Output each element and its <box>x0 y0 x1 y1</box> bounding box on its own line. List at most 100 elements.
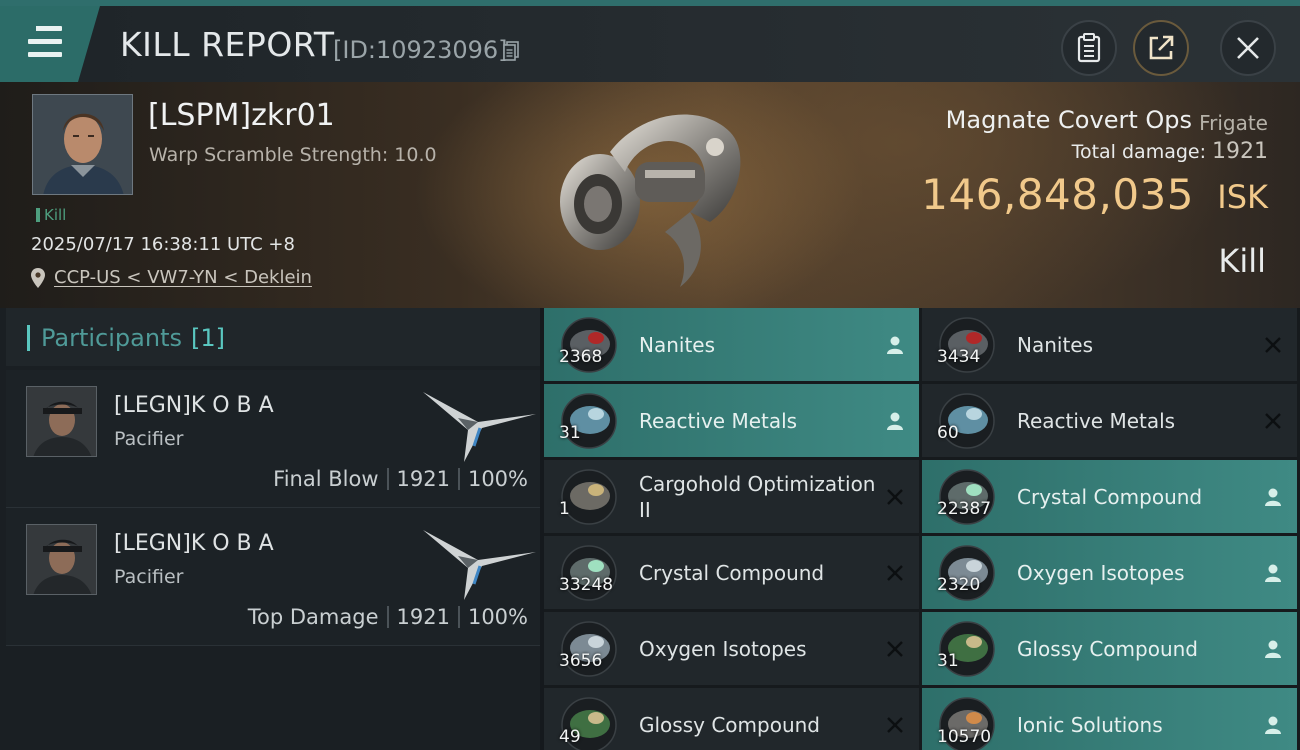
participant-damage: 1921 <box>396 605 450 629</box>
person-icon <box>1265 716 1281 734</box>
item-tile[interactable]: 31 Reactive Metals <box>544 384 919 457</box>
kill-tag: Kill <box>36 206 66 224</box>
participant-portrait <box>26 524 97 595</box>
total-damage-value: 1921 <box>1212 139 1268 164</box>
x-icon <box>1265 337 1281 353</box>
person-icon <box>1265 640 1281 658</box>
portrait-image <box>33 95 132 194</box>
participant-ship: Pacifier <box>114 428 184 450</box>
item-quantity: 33248 <box>559 575 614 595</box>
participant-percent: 100% <box>467 467 528 491</box>
close-icon <box>1237 37 1259 59</box>
item-tile[interactable]: 22387 Crystal Compound <box>922 460 1297 533</box>
item-name: Glossy Compound <box>639 712 820 737</box>
x-icon <box>887 489 903 505</box>
item-name: Crystal Compound <box>1017 484 1203 509</box>
item-tile[interactable]: 3434 Nanites <box>922 308 1297 381</box>
stat-divider <box>457 468 460 490</box>
participant-stats: Final Blow 1921 100% <box>273 467 528 491</box>
victim-ship-name[interactable]: Magnate Covert Ops <box>946 106 1192 134</box>
item-name: Ionic Solutions <box>1017 712 1163 737</box>
participants-header[interactable]: Participants [1] <box>6 308 540 366</box>
participant-portrait-image <box>27 525 96 594</box>
ship-render <box>560 114 741 287</box>
participant-role: Final Blow <box>273 467 379 491</box>
isk-value: 146,848,035 <box>921 170 1194 219</box>
items-grid: 2368 Nanites 31 Reactive Metals 1 Cargohold O… <box>544 308 1300 750</box>
warp-scramble-strength: Warp Scramble Strength: 10.0 <box>149 144 437 166</box>
item-tile[interactable]: 2320 Oxygen Isotopes <box>922 536 1297 609</box>
participant-damage: 1921 <box>396 467 450 491</box>
close-button[interactable] <box>1220 20 1276 76</box>
menu-icon-bar <box>28 52 62 57</box>
location-pin-icon <box>31 268 45 288</box>
victim-portrait[interactable] <box>32 94 133 195</box>
item-tile[interactable]: 1 Cargohold Optimization II <box>544 460 919 533</box>
isk-unit: ISK <box>1217 178 1268 216</box>
page-title: KILL REPORT <box>120 25 335 64</box>
item-quantity: 1 <box>559 499 570 519</box>
item-name: Crystal Compound <box>639 560 825 585</box>
participants-label: Participants <box>41 324 182 352</box>
item-tile[interactable]: 60 Reactive Metals <box>922 384 1297 457</box>
copy-icon[interactable] <box>503 41 519 61</box>
item-quantity: 60 <box>937 423 959 443</box>
participants-count: [1] <box>191 324 225 352</box>
total-damage-label: Total damage: <box>1071 141 1206 163</box>
participant-row[interactable]: [LEGN]K O B A Pacifier Final Blow 1921 1… <box>6 370 540 508</box>
item-tile[interactable]: 31 Glossy Compound <box>922 612 1297 685</box>
participant-role: Top Damage <box>247 605 379 629</box>
clipboard-icon <box>1077 33 1101 63</box>
kill-location-link[interactable]: CCP-US < VW7-YN < Deklein <box>54 267 312 288</box>
item-quantity: 3656 <box>559 651 603 671</box>
share-icon <box>1149 35 1174 60</box>
menu-button[interactable] <box>0 6 100 82</box>
person-icon <box>887 412 903 430</box>
stat-divider <box>386 468 389 490</box>
item-name: Oxygen Isotopes <box>639 636 807 661</box>
item-name: Oxygen Isotopes <box>1017 560 1185 585</box>
item-quantity: 2320 <box>937 575 981 595</box>
item-name: Glossy Compound <box>1017 636 1198 661</box>
person-icon <box>1265 564 1281 582</box>
participants-accent <box>27 325 30 351</box>
item-name: Reactive Metals <box>1017 408 1176 433</box>
participant-portrait-image <box>27 387 96 456</box>
stat-divider <box>386 606 389 628</box>
stat-divider <box>457 606 460 628</box>
participant-name[interactable]: [LEGN]K O B A <box>114 393 274 418</box>
victim-name[interactable]: [LSPM]zkr01 <box>148 98 335 133</box>
x-icon <box>887 565 903 581</box>
item-tile[interactable]: 10570 Ionic Solutions <box>922 688 1297 750</box>
participants-panel: Participants [1] [LEGN]K O B A Pacifier … <box>0 308 540 750</box>
person-icon <box>887 336 903 354</box>
item-name: Cargohold Optimization II <box>639 471 876 522</box>
item-quantity: 10570 <box>937 727 992 747</box>
x-icon <box>887 641 903 657</box>
pacifier-ship-icon <box>423 392 536 462</box>
x-icon <box>1265 413 1281 429</box>
item-tile[interactable]: 3656 Oxygen Isotopes <box>544 612 919 685</box>
victim-summary: [LSPM]zkr01 Warp Scramble Strength: 10.0… <box>0 82 1300 308</box>
share-button[interactable] <box>1133 20 1189 76</box>
header-bar: KILL REPORT [ID:10923096] <box>0 0 1300 82</box>
menu-icon-bar <box>28 39 62 44</box>
item-quantity: 31 <box>937 651 959 671</box>
item-tile[interactable]: 49 Glossy Compound <box>544 688 919 750</box>
participant-name[interactable]: [LEGN]K O B A <box>114 531 274 556</box>
item-name: Nanites <box>1017 332 1094 357</box>
pacifier-ship-icon <box>423 530 536 600</box>
item-quantity: 2368 <box>559 347 603 367</box>
item-quantity: 22387 <box>937 499 992 519</box>
item-tile[interactable]: 2368 Nanites <box>544 308 919 381</box>
item-name: Reactive Metals <box>639 408 798 433</box>
victim-ship-class: Frigate <box>1199 111 1268 135</box>
report-id: [ID:10923096] <box>333 36 508 64</box>
participant-portrait <box>26 386 97 457</box>
kill-datetime: 2025/07/17 16:38:11 UTC +8 <box>31 234 295 255</box>
participant-row[interactable]: [LEGN]K O B A Pacifier Top Damage 1921 1… <box>6 508 540 646</box>
item-quantity: 31 <box>559 423 581 443</box>
item-tile[interactable]: 33248 Crystal Compound <box>544 536 919 609</box>
clipboard-button[interactable] <box>1061 20 1117 76</box>
item-name: Nanites <box>639 332 716 357</box>
